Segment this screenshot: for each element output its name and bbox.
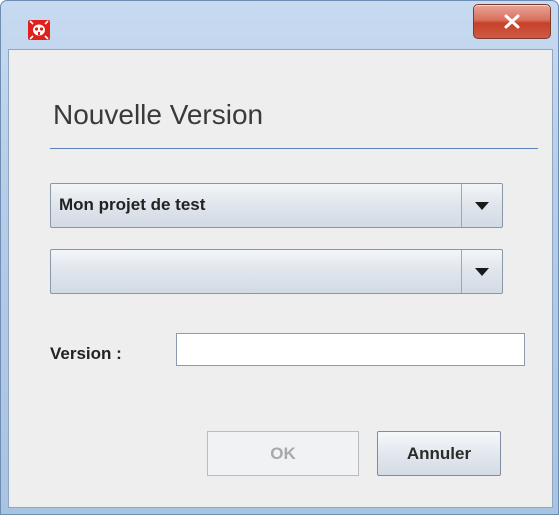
project-dropdown[interactable]: Mon projet de test: [50, 183, 503, 228]
chevron-down-icon: [475, 268, 489, 276]
close-icon: [504, 14, 520, 29]
secondary-dropdown[interactable]: [50, 249, 503, 294]
close-button[interactable]: [473, 4, 551, 39]
project-dropdown-value: Mon projet de test: [59, 195, 206, 214]
title-divider: [50, 148, 538, 149]
title-bar[interactable]: [1, 1, 558, 49]
cancel-button[interactable]: Annuler: [377, 431, 501, 476]
secondary-dropdown-arrow-button[interactable]: [462, 250, 502, 293]
app-logo-icon: [28, 20, 50, 40]
dialog-title: Nouvelle Version: [53, 99, 264, 130]
version-label: Version :: [50, 344, 122, 363]
chevron-down-icon: [475, 202, 489, 210]
project-dropdown-arrow-button[interactable]: [462, 184, 502, 227]
dialog-window: Nouvelle Version Mon projet de test Vers…: [0, 0, 559, 515]
ok-button[interactable]: OK: [207, 431, 359, 476]
dialog-content: Nouvelle Version Mon projet de test Vers…: [8, 49, 553, 508]
version-input[interactable]: [176, 333, 525, 366]
